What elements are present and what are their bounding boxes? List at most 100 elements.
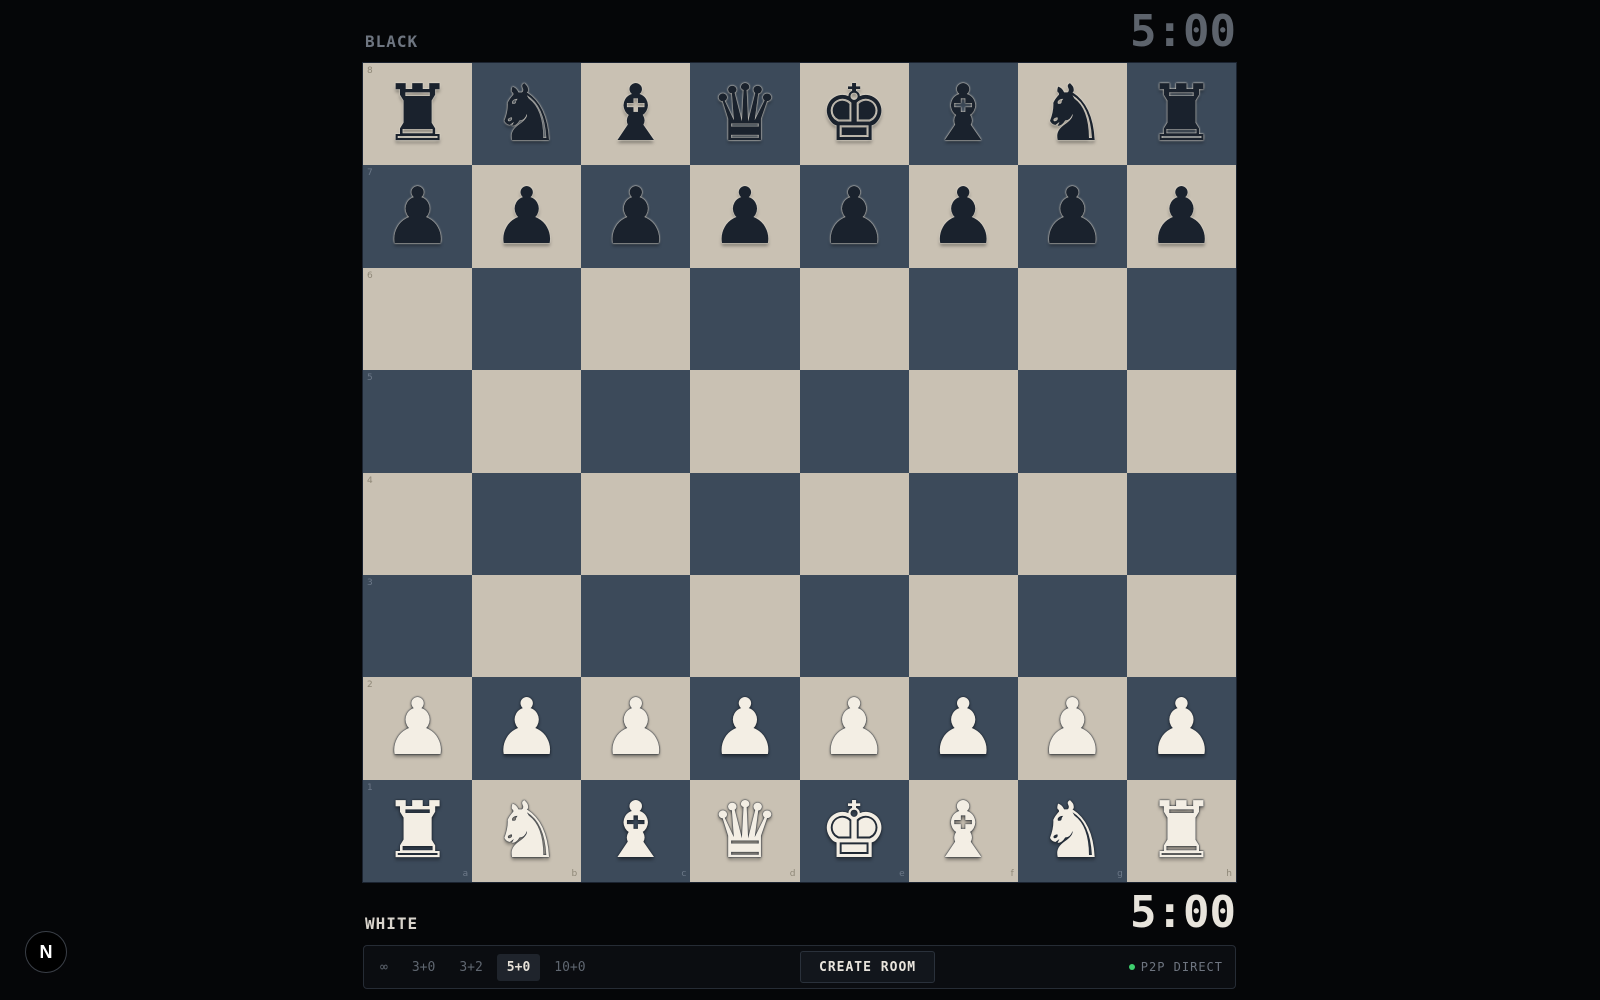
- square-g3[interactable]: [1017, 574, 1127, 678]
- square-f1[interactable]: f ♝: [908, 779, 1018, 882]
- square-b4[interactable]: [472, 472, 582, 575]
- white-pawn-icon[interactable]: ♟: [601, 689, 671, 767]
- square-d7[interactable]: ♟: [690, 165, 800, 268]
- square-e5[interactable]: [799, 370, 909, 473]
- square-d3[interactable]: [690, 574, 800, 678]
- square-h1[interactable]: h ♜: [1126, 779, 1236, 882]
- square-c1[interactable]: c ♝: [581, 779, 691, 882]
- square-h5[interactable]: [1126, 370, 1236, 473]
- square-g6[interactable]: [1017, 267, 1127, 371]
- square-g2[interactable]: ♟: [1017, 677, 1127, 780]
- square-c4[interactable]: [581, 472, 691, 575]
- square-f4[interactable]: [908, 472, 1018, 575]
- chess-board[interactable]: 8 ♜ ♞ ♝ ♛ ♚ ♝ ♞ ♜ 7 ♟ ♟ ♟ ♟ ♟ ♟ ♟ ♟ 6 5 4 3 2 ♟ ♟ ♟ ♟ ♟ ♟ ♟ ♟ 1 a ♜ b ♞ c ♝ d ♛…: [363, 63, 1236, 882]
- square-c2[interactable]: ♟: [581, 677, 691, 780]
- white-pawn-icon[interactable]: ♟: [819, 689, 889, 767]
- square-f7[interactable]: ♟: [908, 165, 1018, 268]
- square-g8[interactable]: ♞: [1017, 63, 1127, 166]
- square-c7[interactable]: ♟: [581, 165, 691, 268]
- white-king-icon[interactable]: ♚: [819, 792, 889, 870]
- square-b1[interactable]: b ♞: [472, 779, 582, 882]
- square-f2[interactable]: ♟: [908, 677, 1018, 780]
- white-bishop-icon[interactable]: ♝: [928, 792, 998, 870]
- square-a6[interactable]: 6: [363, 267, 473, 371]
- square-d1[interactable]: d ♛: [690, 779, 800, 882]
- square-f3[interactable]: [908, 574, 1018, 678]
- square-g4[interactable]: [1017, 472, 1127, 575]
- square-d8[interactable]: ♛: [690, 63, 800, 166]
- black-knight-icon[interactable]: ♞: [492, 75, 562, 153]
- square-b2[interactable]: ♟: [472, 677, 582, 780]
- square-c3[interactable]: [581, 574, 691, 678]
- square-a5[interactable]: 5: [363, 370, 473, 473]
- black-pawn-icon[interactable]: ♟: [928, 178, 998, 256]
- square-h3[interactable]: [1126, 574, 1236, 678]
- square-a1[interactable]: 1 a ♜: [363, 779, 473, 882]
- square-b6[interactable]: [472, 267, 582, 371]
- square-e3[interactable]: [799, 574, 909, 678]
- square-b7[interactable]: ♟: [472, 165, 582, 268]
- black-pawn-icon[interactable]: ♟: [492, 178, 562, 256]
- time-control-option[interactable]: 3+2: [449, 954, 492, 981]
- square-f5[interactable]: [908, 370, 1018, 473]
- square-h4[interactable]: [1126, 472, 1236, 575]
- white-rook-icon[interactable]: ♜: [383, 792, 453, 870]
- black-pawn-icon[interactable]: ♟: [1146, 178, 1216, 256]
- white-bishop-icon[interactable]: ♝: [601, 792, 671, 870]
- square-a3[interactable]: 3: [363, 574, 473, 678]
- square-a8[interactable]: 8 ♜: [363, 63, 473, 166]
- square-f8[interactable]: ♝: [908, 63, 1018, 166]
- square-a7[interactable]: 7 ♟: [363, 165, 473, 268]
- black-pawn-icon[interactable]: ♟: [819, 178, 889, 256]
- square-e7[interactable]: ♟: [799, 165, 909, 268]
- square-b5[interactable]: [472, 370, 582, 473]
- square-c6[interactable]: [581, 267, 691, 371]
- square-c5[interactable]: [581, 370, 691, 473]
- black-pawn-icon[interactable]: ♟: [383, 178, 453, 256]
- square-g7[interactable]: ♟: [1017, 165, 1127, 268]
- square-a2[interactable]: 2 ♟: [363, 677, 473, 780]
- square-d2[interactable]: ♟: [690, 677, 800, 780]
- square-d6[interactable]: [690, 267, 800, 371]
- square-a4[interactable]: 4: [363, 472, 473, 575]
- square-e4[interactable]: [799, 472, 909, 575]
- time-control-option[interactable]: 3+0: [402, 954, 445, 981]
- white-knight-icon[interactable]: ♞: [1037, 792, 1107, 870]
- black-pawn-icon[interactable]: ♟: [601, 178, 671, 256]
- square-f6[interactable]: [908, 267, 1018, 371]
- square-h7[interactable]: ♟: [1126, 165, 1236, 268]
- square-e2[interactable]: ♟: [799, 677, 909, 780]
- n-logo-icon[interactable]: N: [25, 931, 67, 973]
- white-rook-icon[interactable]: ♜: [1146, 792, 1216, 870]
- time-control-option[interactable]: 10+0: [544, 954, 595, 981]
- square-b8[interactable]: ♞: [472, 63, 582, 166]
- white-pawn-icon[interactable]: ♟: [492, 689, 562, 767]
- white-pawn-icon[interactable]: ♟: [710, 689, 780, 767]
- black-knight-icon[interactable]: ♞: [1037, 75, 1107, 153]
- black-pawn-icon[interactable]: ♟: [710, 178, 780, 256]
- white-pawn-icon[interactable]: ♟: [1146, 689, 1216, 767]
- square-g1[interactable]: g ♞: [1017, 779, 1127, 882]
- square-c8[interactable]: ♝: [581, 63, 691, 166]
- white-pawn-icon[interactable]: ♟: [928, 689, 998, 767]
- white-knight-icon[interactable]: ♞: [492, 792, 562, 870]
- square-d4[interactable]: [690, 472, 800, 575]
- white-pawn-icon[interactable]: ♟: [383, 689, 453, 767]
- black-bishop-icon[interactable]: ♝: [601, 75, 671, 153]
- white-queen-icon[interactable]: ♛: [710, 792, 780, 870]
- square-h2[interactable]: ♟: [1126, 677, 1236, 780]
- black-bishop-icon[interactable]: ♝: [928, 75, 998, 153]
- square-e1[interactable]: e ♚: [799, 779, 909, 882]
- black-rook-icon[interactable]: ♜: [383, 75, 453, 153]
- square-e6[interactable]: [799, 267, 909, 371]
- create-room-button[interactable]: CREATE ROOM: [800, 951, 936, 983]
- square-e8[interactable]: ♚: [799, 63, 909, 166]
- square-b3[interactable]: [472, 574, 582, 678]
- black-queen-icon[interactable]: ♛: [710, 75, 780, 153]
- time-control-option[interactable]: ∞: [370, 954, 398, 981]
- square-h6[interactable]: [1126, 267, 1236, 371]
- time-control-option[interactable]: 5+0: [496, 953, 541, 981]
- black-pawn-icon[interactable]: ♟: [1037, 178, 1107, 256]
- black-rook-icon[interactable]: ♜: [1146, 75, 1216, 153]
- black-king-icon[interactable]: ♚: [819, 75, 889, 153]
